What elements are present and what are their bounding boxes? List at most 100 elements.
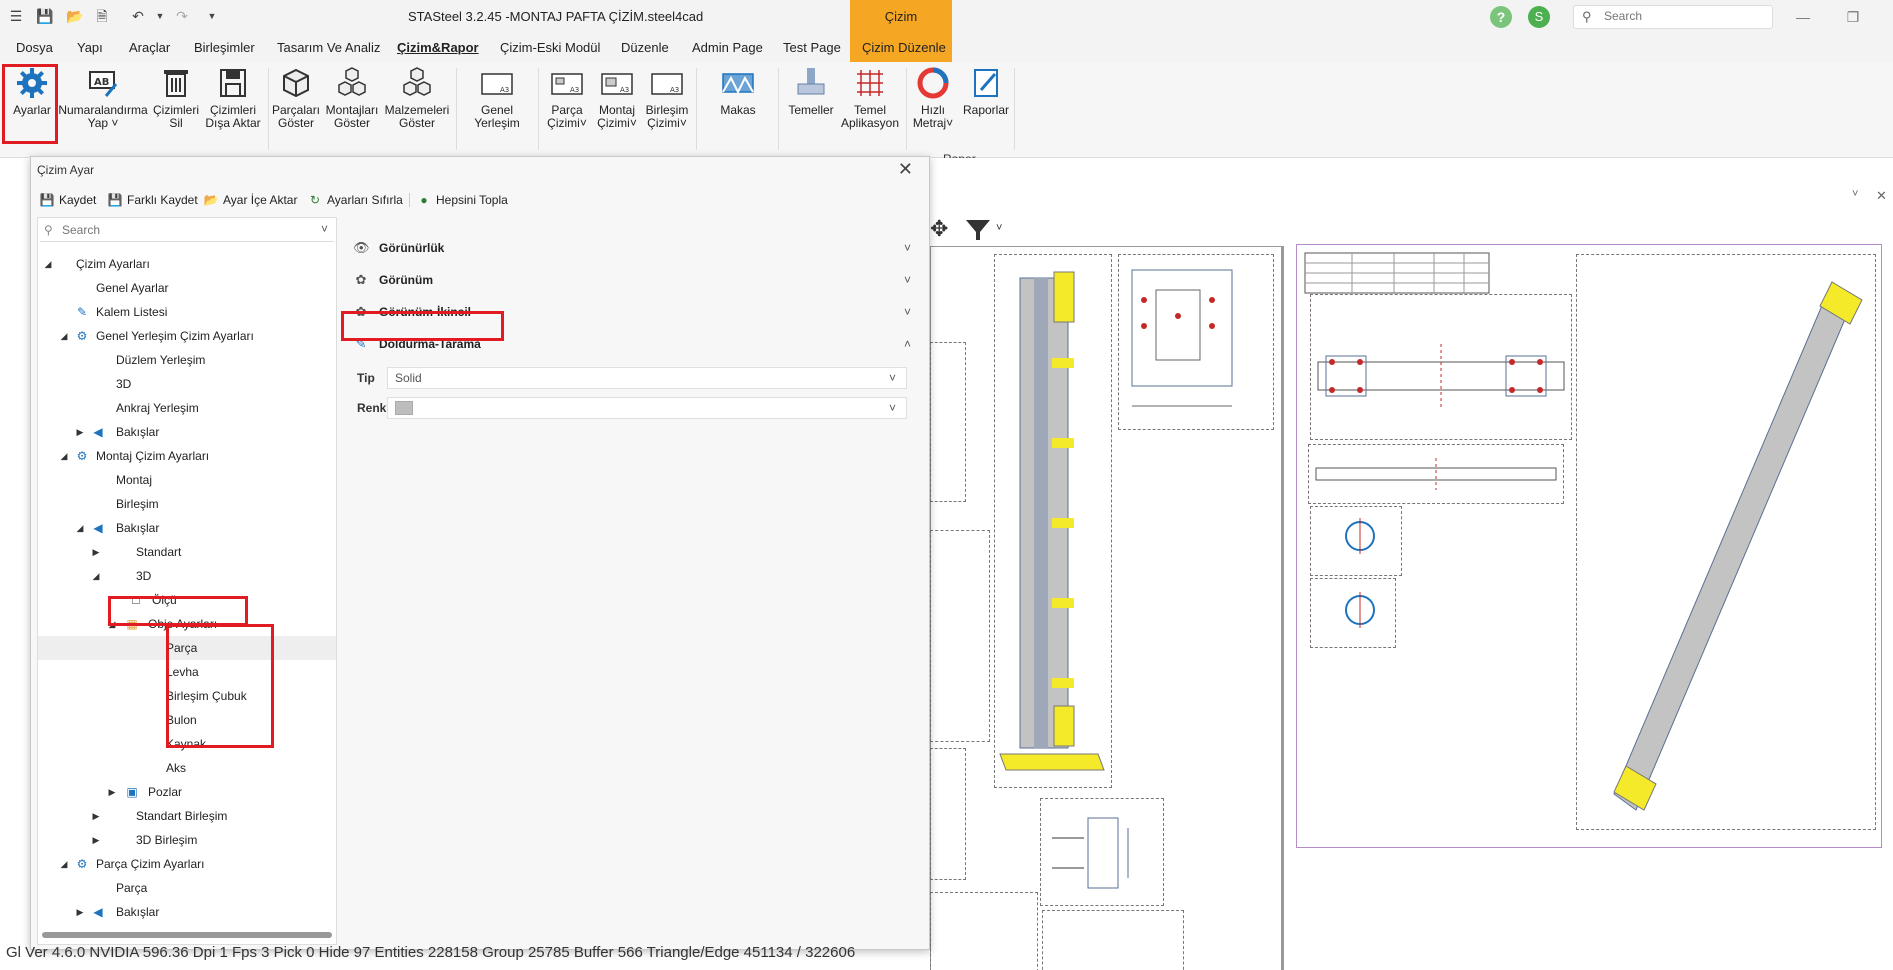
tree-item-aks[interactable]: Aks (38, 756, 336, 780)
montaj-cizimi-button[interactable]: A3 Montaj Çizimi˅ (594, 66, 640, 130)
tab-cizim-rapor[interactable]: Çizim&Rapor (397, 40, 479, 55)
tip-select[interactable]: Solid ˅ (387, 367, 907, 389)
chevron-down-icon[interactable]: ˅ (1852, 188, 1858, 200)
tab-test-page[interactable]: Test Page (783, 40, 841, 55)
help-button[interactable]: ? (1490, 6, 1512, 28)
sheet-a3-icon: A3 (481, 73, 513, 95)
malzemeleri-goster-button[interactable]: Malzemeleri Göster (384, 66, 450, 130)
tab-duzenle[interactable]: Düzenle (621, 40, 669, 55)
tree-search-input[interactable] (62, 223, 302, 237)
tab-tasarim-ve-analiz[interactable]: Tasarım Ve Analiz (277, 40, 380, 55)
save-icon[interactable]: 💾 (36, 8, 53, 24)
collapsed-triangle-icon[interactable]: ▶ (74, 900, 86, 924)
tree-search[interactable]: ⚲ ˅ (40, 220, 334, 242)
tree-horizontal-scrollbar[interactable] (42, 932, 332, 938)
ayarlari-sifirla-label: Ayarları Sıfırla (327, 193, 403, 207)
birlesim-cizimi-button[interactable]: A3 Birleşim Çizimi˅ (644, 66, 690, 130)
kaydet-button[interactable]: 💾 Kaydet (39, 193, 97, 207)
user-avatar[interactable]: S (1528, 6, 1550, 28)
renk-label: Renk (357, 401, 387, 415)
tree-item-duzlem-yerlesim[interactable]: Düzlem Yerleşim (38, 348, 336, 372)
filter-dropdown-icon[interactable]: ˅ (996, 222, 1002, 234)
temel-aplikasyon-button[interactable]: Temel Aplikasyon (840, 66, 900, 130)
tree-item-bakislar[interactable]: ▶ ◀ Bakışlar (38, 900, 336, 924)
global-search-input[interactable] (1604, 9, 1764, 23)
expanded-triangle-icon[interactable]: ◢ (90, 564, 102, 588)
tree-item-standart[interactable]: ▶ Standart (38, 540, 336, 564)
minimize-icon[interactable]: — (1788, 6, 1818, 28)
parcalari-goster-button[interactable]: Parçaları Göster (272, 66, 320, 130)
new-file-icon[interactable]: 🗎 (94, 8, 110, 24)
section-gorunum[interactable]: ✿ Görünüm ˅ (343, 265, 925, 295)
dialog-close-icon[interactable]: ✕ (898, 159, 913, 180)
filter-icon[interactable] (964, 218, 992, 242)
tree-item-montaj-cizim-ayarlari[interactable]: ◢ ⚙ Montaj Çizim Ayarları (38, 444, 336, 468)
cizimleri-sil-button[interactable]: Çizimleri Sil (150, 66, 202, 130)
tree-item-genel-ayarlar[interactable]: Genel Ayarlar (38, 276, 336, 300)
parca-cizimi-button[interactable]: A3 Parça Çizimi˅ (544, 66, 590, 130)
tree-item-cizim-ayarlari[interactable]: ◢ Çizim Ayarları (38, 252, 336, 276)
tab-cizim-eski-modul[interactable]: Çizim-Eski Modül (500, 40, 600, 55)
tree-item-ankraj-yerlesim[interactable]: Ankraj Yerleşim (38, 396, 336, 420)
restore-icon[interactable]: ❐ (1838, 6, 1868, 28)
tree-item-genel-yerlesim[interactable]: ◢ ⚙ Genel Yerleşim Çizim Ayarları (38, 324, 336, 348)
section-gorunurluk[interactable]: 👁 Görünürlük ˅ (343, 233, 925, 263)
chevron-down-icon[interactable]: ˅ (321, 222, 328, 236)
temeller-button[interactable]: Temeller (784, 66, 838, 117)
hepsini-topla-button[interactable]: ● Hepsini Topla (409, 193, 508, 207)
collapsed-triangle-icon[interactable]: ▶ (106, 780, 118, 804)
ayarlari-sifirla-button[interactable]: ↻ Ayarları Sıfırla (307, 193, 403, 207)
redo-icon[interactable]: ↷ (174, 8, 190, 24)
tree-item-montaj[interactable]: Montaj (38, 468, 336, 492)
collapsed-triangle-icon[interactable]: ▶ (90, 804, 102, 828)
ayar-ice-aktar-button[interactable]: 📂 Ayar İçe Aktar (203, 193, 298, 207)
renk-select[interactable]: ˅ (387, 397, 907, 419)
tree-item-3d-birlesim[interactable]: ▶ 3D Birleşim (38, 828, 336, 852)
open-folder-icon[interactable]: 📂 (66, 8, 83, 24)
collapsed-triangle-icon[interactable]: ▶ (90, 540, 102, 564)
label-ab-icon: ▣ (126, 785, 138, 799)
tree-item-bakislar[interactable]: ◢ ◀ Bakışlar (38, 516, 336, 540)
tab-dosya[interactable]: Dosya (16, 40, 53, 55)
pan-move-icon[interactable]: ✥ (930, 216, 948, 242)
expanded-triangle-icon[interactable]: ◢ (58, 444, 70, 468)
collapsed-triangle-icon[interactable]: ▶ (74, 420, 86, 444)
diagonal-member-view (1613, 281, 1863, 811)
expanded-triangle-icon[interactable]: ◢ (74, 516, 86, 540)
tab-birlesimler[interactable]: Birleşimler (194, 40, 255, 55)
tree-item-birlesim[interactable]: Birleşim (38, 492, 336, 516)
tree-label: 3D Birleşim (136, 833, 198, 847)
tree-item-standart-birlesim[interactable]: ▶ Standart Birleşim (38, 804, 336, 828)
pipe-section-view (1345, 518, 1375, 554)
tab-araclar[interactable]: Araçlar (129, 40, 170, 55)
tree-item-parca[interactable]: Parça (38, 876, 336, 900)
expanded-triangle-icon[interactable]: ◢ (58, 852, 70, 876)
farkli-kaydet-button[interactable]: 💾 Farklı Kaydet (107, 193, 198, 207)
tree-item-bakislar[interactable]: ▶ ◀ Bakışlar (38, 420, 336, 444)
collapsed-triangle-icon[interactable]: ▶ (90, 828, 102, 852)
tab-admin-page[interactable]: Admin Page (692, 40, 763, 55)
tab-cizim-duzenle[interactable]: Çizim Düzenle (862, 40, 946, 55)
tree-item-3d[interactable]: ◢ 3D (38, 564, 336, 588)
app-menu-icon[interactable]: ☰ (8, 8, 24, 24)
tree-item-parca-cizim-ayarlari[interactable]: ◢ ⚙ Parça Çizim Ayarları (38, 852, 336, 876)
undo-icon[interactable]: ↶ (130, 8, 146, 24)
hizli-metraj-button[interactable]: Hızlı Metraj˅ (910, 66, 956, 130)
cizimleri-disa-aktar-button[interactable]: Çizimleri Dışa Aktar (204, 66, 262, 130)
undo-dropdown-icon[interactable]: ▼ (152, 8, 168, 24)
tree-item-pozlar[interactable]: ▶ ▣ Pozlar (38, 780, 336, 804)
close-icon[interactable]: ✕ (1876, 188, 1887, 204)
expanded-triangle-icon[interactable]: ◢ (42, 252, 54, 276)
montajlari-goster-button[interactable]: Montajları Göster (324, 66, 380, 130)
tab-yapi[interactable]: Yapı (77, 40, 103, 55)
global-search[interactable]: ⚲ (1573, 5, 1773, 29)
genel-yerlesim-button[interactable]: A3 Genel Yerleşim (466, 66, 528, 130)
numaralandirma-button[interactable]: AB Numaralandırma Yap ˅ (58, 66, 148, 130)
save-icon: 💾 (39, 193, 55, 207)
quick-access-dropdown-icon[interactable]: ▼ (204, 8, 220, 24)
tree-item-3d[interactable]: 3D (38, 372, 336, 396)
makas-button[interactable]: Makas (710, 66, 766, 117)
expanded-triangle-icon[interactable]: ◢ (58, 324, 70, 348)
raporlar-button[interactable]: Raporlar (960, 66, 1012, 117)
tree-item-kalem-listesi[interactable]: ✎ Kalem Listesi (38, 300, 336, 324)
